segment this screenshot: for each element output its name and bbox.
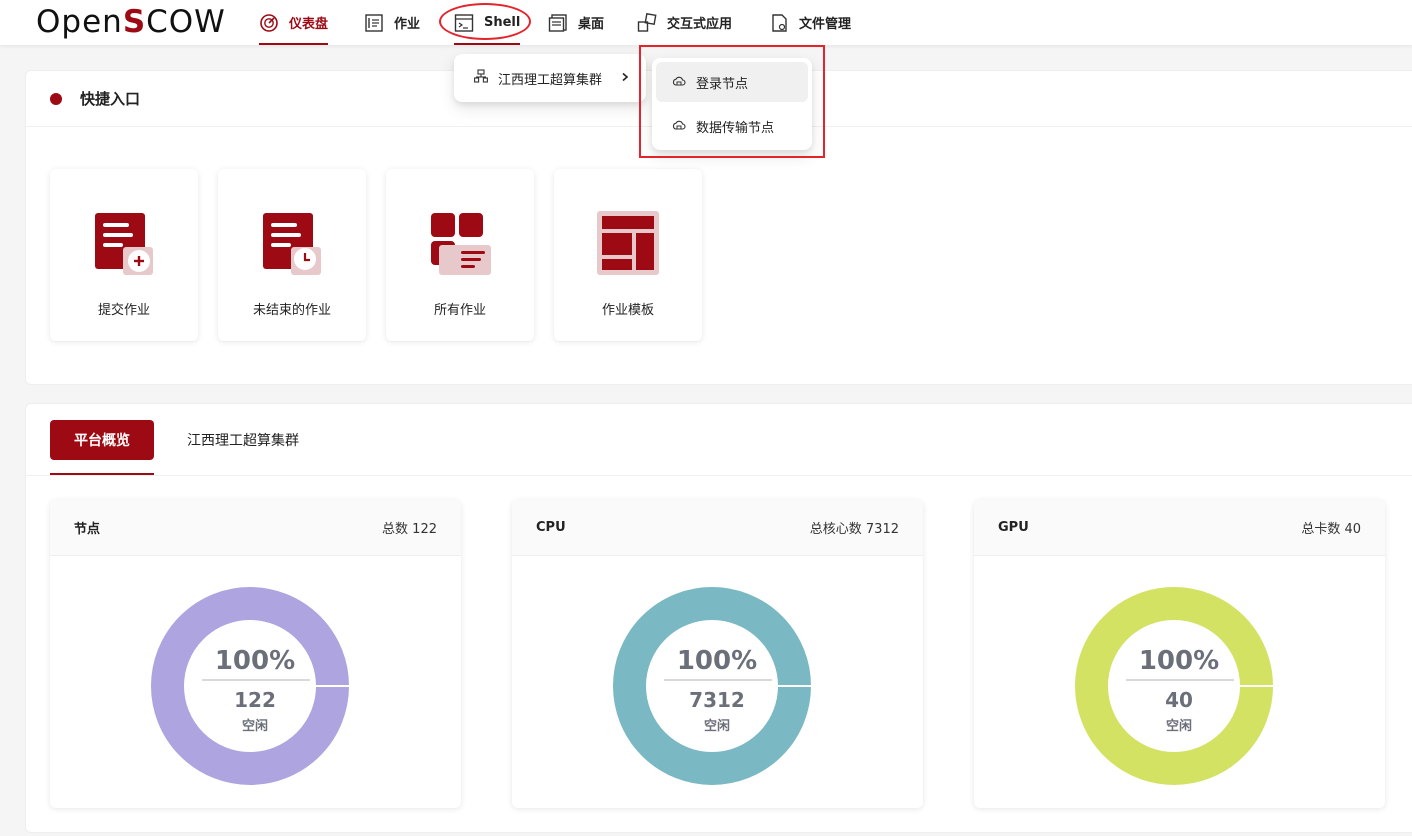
active-tab-indicator [50, 473, 154, 475]
donut-status-label: 空闲 [242, 718, 268, 734]
menu-item-login-node[interactable]: 登录节点 [656, 62, 808, 102]
cluster-icon [474, 69, 488, 87]
donut-status-label: 空闲 [704, 718, 730, 734]
donut-value-label: 122 [234, 688, 276, 712]
all-jobs-icon [431, 213, 491, 275]
stat-total: 总卡数 40 [1301, 522, 1361, 537]
stat-name: 节点 [74, 522, 101, 537]
cluster-name: 江西理工超算集群 [498, 72, 603, 88]
donut-percent-label: 100% [215, 646, 295, 676]
top-header: OpenSCOW 仪表盘 作业 Shell 桌面 交互式应用 文件管理 [0, 0, 1412, 45]
nodes-donut-chart: 100% 122 空闲 [151, 587, 350, 785]
menu-item-transfer-node[interactable]: 数据传输节点 [656, 106, 808, 146]
apps-icon [637, 12, 657, 33]
tile-running-jobs[interactable]: 未结束的作业 [218, 169, 366, 341]
donut-status-label: 空闲 [1166, 718, 1192, 734]
shell-cluster-menu[interactable]: 江西理工超算集群 [454, 54, 646, 102]
logo[interactable]: OpenSCOW [36, 2, 226, 42]
job-template-icon [597, 211, 659, 275]
dashboard-icon [259, 13, 279, 33]
submit-job-icon [95, 213, 153, 275]
donut-percent-label: 100% [1139, 646, 1219, 676]
tile-submit-job[interactable]: 提交作业 [50, 169, 198, 341]
nav-interactive-apps[interactable]: 交互式应用 [637, 0, 732, 45]
nav-jobs[interactable]: 作业 [364, 0, 420, 45]
tab-cluster[interactable]: 江西理工超算集群 [187, 430, 299, 450]
cloud-node-icon [672, 119, 686, 133]
donut-idle-segment [613, 587, 811, 785]
file-icon [769, 13, 789, 33]
donut-value-label: 40 [1165, 688, 1193, 712]
nav-shell[interactable]: Shell [454, 0, 521, 45]
gpu-donut-chart: 100% 40 空闲 [1075, 587, 1274, 785]
tile-job-template[interactable]: 作业模板 [554, 169, 702, 341]
stat-card-cpu: CPU 总核心数 7312 100% 7312 空闲 [512, 500, 923, 808]
nav-desktop[interactable]: 桌面 [548, 0, 604, 45]
tile-all-jobs[interactable]: 所有作业 [386, 169, 534, 341]
quick-entry-title: 快捷入口 [80, 90, 141, 108]
title-dot [50, 92, 62, 105]
donut-value-label: 7312 [689, 688, 745, 712]
desktop-icon [548, 13, 568, 33]
stat-name: GPU [998, 520, 1029, 535]
tab-platform-overview[interactable]: 平台概览 [50, 420, 154, 460]
stat-total: 总数 122 [382, 522, 437, 537]
donut-idle-segment [151, 587, 349, 785]
terminal-icon [454, 13, 474, 33]
cloud-node-icon [672, 75, 686, 89]
donut-percent-label: 100% [677, 646, 757, 676]
platform-overview-card: 平台概览 江西理工超算集群 节点 总数 122 100% 122 空闲 CPU 总核… [25, 403, 1412, 833]
shell-node-menu: 登录节点 数据传输节点 [652, 58, 812, 150]
job-icon [364, 13, 384, 33]
stat-card-gpu: GPU 总卡数 40 100% 40 空闲 [974, 500, 1385, 808]
stat-total: 总核心数 7312 [809, 522, 899, 537]
donut-idle-segment [1075, 587, 1273, 785]
chevron-right-icon [620, 71, 630, 86]
stat-name: CPU [536, 520, 566, 535]
nav-file-manager[interactable]: 文件管理 [769, 0, 851, 45]
cpu-donut-chart: 100% 7312 空闲 [613, 587, 812, 785]
stat-card-nodes: 节点 总数 122 100% 122 空闲 [50, 500, 461, 808]
nav-dashboard[interactable]: 仪表盘 [259, 0, 329, 45]
running-jobs-icon [263, 213, 321, 275]
overview-tabs: 平台概览 江西理工超算集群 [26, 404, 1412, 476]
